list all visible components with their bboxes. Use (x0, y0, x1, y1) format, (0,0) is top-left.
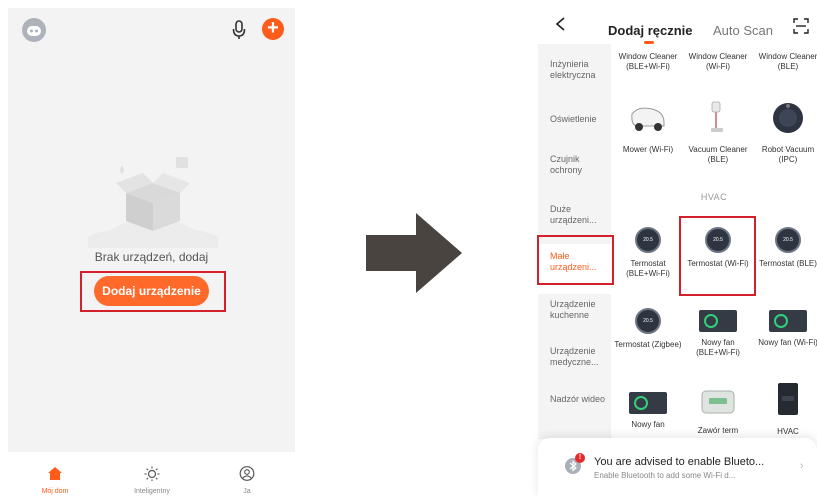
category-kitchen[interactable]: Urządzenie kuchenne (538, 299, 611, 321)
tab-auto-scan[interactable]: Auto Scan (713, 23, 773, 38)
device-tile[interactable]: HVAC (753, 382, 817, 437)
hvac-panel-icon (778, 383, 798, 415)
fan-panel-icon (699, 310, 737, 332)
device-tile[interactable]: 20.5 Termostat (BLE) (753, 227, 817, 269)
device-label: Window Cleaner (Wi-Fi) (688, 52, 748, 71)
device-tile[interactable]: Nowy fan (BLE+Wi-Fi) (683, 310, 753, 358)
device-label: Zawór term (697, 426, 739, 435)
device-tile[interactable]: Vacuum Cleaner (BLE) (683, 100, 753, 165)
category-security-sensor[interactable]: Czujnik ochrony (538, 154, 611, 176)
device-label: Window Cleaner (BLE) (758, 52, 817, 71)
tab-add-manually[interactable]: Dodaj ręcznie (608, 23, 693, 38)
thermostat-reading: 20.5 (643, 318, 653, 324)
sun-icon (144, 466, 160, 481)
device-label: Robot Vacuum (IPC) (761, 145, 815, 164)
category-video-surveillance[interactable]: Nadzór wideo (538, 394, 611, 405)
user-icon (239, 466, 255, 481)
valve-icon (701, 390, 735, 414)
tab-my-home[interactable]: Mój dom (15, 466, 95, 495)
highlight-box-small-appliances (537, 235, 614, 285)
device-tile[interactable]: 20.5 Termostat (Zigbee) (613, 308, 683, 350)
category-electrical[interactable]: Inżynieria elektryczna (538, 59, 611, 81)
bluetooth-banner[interactable]: ! You are advised to enable Blueto... En… (538, 438, 817, 497)
home-screen: + Brak urządzeń, dodaj Dodaj urządzenie … (8, 8, 295, 497)
warning-badge: ! (575, 453, 585, 463)
device-label: Window Cleaner (BLE+Wi-Fi) (618, 52, 678, 71)
tab-smart[interactable]: Inteligentny (112, 466, 192, 495)
robot-vacuum-icon (773, 103, 803, 133)
device-label: Nowy fan (Wi-Fi) (758, 338, 817, 347)
add-device-plus-button[interactable]: + (262, 18, 284, 40)
device-label: Vacuum Cleaner (BLE) (688, 145, 748, 164)
stick-vacuum-icon (711, 101, 723, 132)
tab-label: Mój dom (41, 488, 69, 495)
bluetooth-banner-subtitle: Enable Bluetooth to add some Wi-Fi d... (594, 471, 736, 480)
highlight-box-add-button (80, 271, 226, 312)
thermostat-reading: 20.5 (643, 237, 653, 243)
microphone-icon[interactable] (230, 18, 248, 42)
device-label: HVAC (777, 427, 799, 436)
device-tile[interactable]: Nowy fan (613, 392, 683, 430)
fan-panel-icon (769, 310, 807, 332)
section-title-hvac: HVAC (700, 192, 728, 202)
category-lighting[interactable]: Oświetlenie (538, 114, 611, 125)
thermostat-icon: 20.5 (635, 227, 661, 253)
thermostat-icon: 20.5 (635, 308, 661, 334)
device-tile[interactable]: Zawór term (683, 389, 753, 436)
home-avatar[interactable] (22, 18, 46, 42)
device-tile[interactable]: 20.5 Termostat (BLE+Wi-Fi) (613, 227, 683, 279)
category-medical[interactable]: Urządzenie medyczne... (538, 346, 611, 368)
home-top-bar: + (8, 8, 295, 52)
arrow-right-icon (366, 213, 462, 293)
device-label: Nowy fan (631, 420, 665, 429)
device-label: Termostat (Zigbee) (614, 340, 682, 349)
thermostat-reading: 20.5 (783, 237, 793, 243)
device-tile[interactable]: Window Cleaner (BLE+Wi-Fi) (613, 52, 683, 72)
device-label: Termostat (BLE) (759, 259, 817, 268)
device-tile[interactable]: Nowy fan (Wi-Fi) (753, 310, 817, 348)
bluetooth-banner-title: You are advised to enable Blueto... (594, 456, 765, 468)
tab-label: Ja (243, 488, 251, 495)
device-label: Mower (Wi-Fi) (622, 145, 674, 154)
screenshot: + Brak urządzeń, dodaj Dodaj urządzenie … (0, 0, 817, 497)
category-large-appliances[interactable]: Duże urządzeni... (538, 204, 611, 226)
empty-state-text: Brak urządzeń, dodaj (94, 250, 209, 264)
device-label: Termostat (BLE+Wi-Fi) (626, 259, 670, 278)
device-tile[interactable]: Robot Vacuum (IPC) (753, 100, 817, 165)
tab-me[interactable]: Ja (207, 466, 287, 495)
highlight-box-thermostat-wifi (679, 216, 756, 296)
empty-box-illustration (88, 157, 218, 248)
device-label: Nowy fan (BLE+Wi-Fi) (696, 338, 740, 357)
chevron-right-icon[interactable]: › (800, 460, 804, 472)
scan-icon[interactable] (793, 18, 809, 34)
face-icon (27, 26, 41, 36)
device-tile[interactable]: Window Cleaner (BLE) (753, 52, 817, 72)
device-tile[interactable]: Window Cleaner (Wi-Fi) (683, 52, 753, 72)
fan-panel-icon (629, 392, 667, 414)
add-device-header: Dodaj ręcznie Auto Scan (530, 0, 817, 44)
tab-label: Inteligentny (134, 488, 170, 495)
bottom-tab-bar: Mój dom Inteligentny Ja (8, 452, 295, 497)
back-chevron-icon[interactable] (554, 17, 568, 31)
mower-icon (631, 107, 665, 131)
thermostat-icon: 20.5 (775, 227, 801, 253)
home-icon (48, 467, 62, 480)
device-tile[interactable]: Mower (Wi-Fi) (613, 104, 683, 155)
